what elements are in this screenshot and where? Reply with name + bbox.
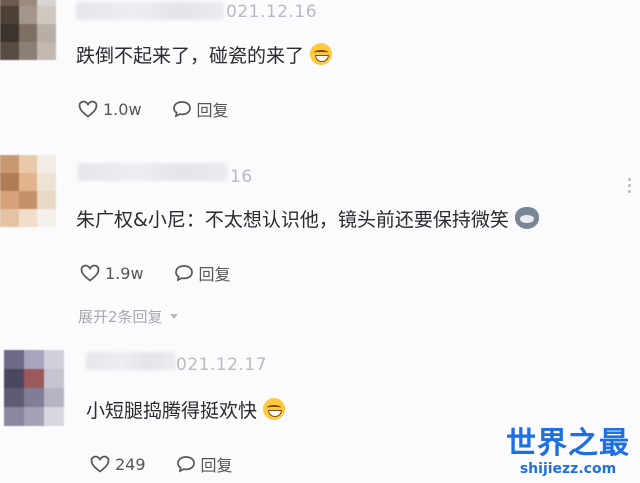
expand-replies-label: 展开2条回复 <box>78 308 163 326</box>
reply-button[interactable]: 回复 <box>172 97 229 121</box>
avatar[interactable] <box>4 350 64 426</box>
like-button[interactable]: 1.0w <box>78 100 142 119</box>
expand-replies-button[interactable]: 展开2条回复 <box>78 306 179 327</box>
username-blurred[interactable] <box>76 2 224 20</box>
comment-date: 021.12.16 <box>226 2 318 22</box>
like-button[interactable]: 1.9w <box>80 264 144 283</box>
comment-text: 朱广权&小尼：不太想认识他，镜头前还要保持微笑 <box>76 205 539 232</box>
cat-face-icon <box>514 207 539 229</box>
heart-icon <box>78 100 98 118</box>
username-blurred[interactable] <box>86 352 176 370</box>
comment-text-content: 跌倒不起来了，碰瓷的来了 <box>76 45 305 67</box>
grinning-face-icon <box>310 43 333 65</box>
reply-button[interactable]: 回复 <box>176 452 233 476</box>
reply-label: 回复 <box>198 265 231 284</box>
comment-date: 021.12.17 <box>176 355 268 375</box>
comment-text-content: 小短腿捣腾得挺欢快 <box>86 400 258 422</box>
like-count: 1.0w <box>103 99 142 119</box>
speech-bubble-icon <box>176 456 195 473</box>
comment-actions: 1.0w 回复 <box>78 97 259 121</box>
comment-text: 小短腿捣腾得挺欢快 <box>86 396 286 423</box>
site-watermark: 世界之最 shijiezz.com <box>506 426 630 478</box>
like-count: 249 <box>115 454 146 474</box>
more-options-button[interactable] <box>628 178 632 193</box>
reply-button[interactable]: 回复 <box>174 261 231 285</box>
username-blurred[interactable] <box>78 163 228 181</box>
watermark-title: 世界之最 <box>506 426 630 461</box>
avatar[interactable] <box>0 155 56 227</box>
comment-text: 跌倒不起来了，碰瓷的来了 <box>76 41 333 68</box>
comment-date: 16 <box>230 167 253 187</box>
avatar[interactable] <box>0 0 56 60</box>
heart-icon <box>80 264 100 282</box>
comment-actions: 249 回复 <box>90 452 263 476</box>
reply-label: 回复 <box>200 456 233 475</box>
heart-icon <box>90 455 110 473</box>
grinning-face-icon <box>263 398 286 420</box>
comment-text-content: 朱广权&小尼：不太想认识他，镜头前还要保持微笑 <box>76 209 509 231</box>
reply-label: 回复 <box>196 101 229 120</box>
comment-actions: 1.9w 回复 <box>80 261 261 285</box>
caret-down-icon <box>169 314 178 319</box>
watermark-url: shijiezz.com <box>519 461 617 477</box>
like-button[interactable]: 249 <box>90 455 146 474</box>
like-count: 1.9w <box>105 263 144 283</box>
speech-bubble-icon <box>174 265 193 282</box>
speech-bubble-icon <box>172 101 191 118</box>
